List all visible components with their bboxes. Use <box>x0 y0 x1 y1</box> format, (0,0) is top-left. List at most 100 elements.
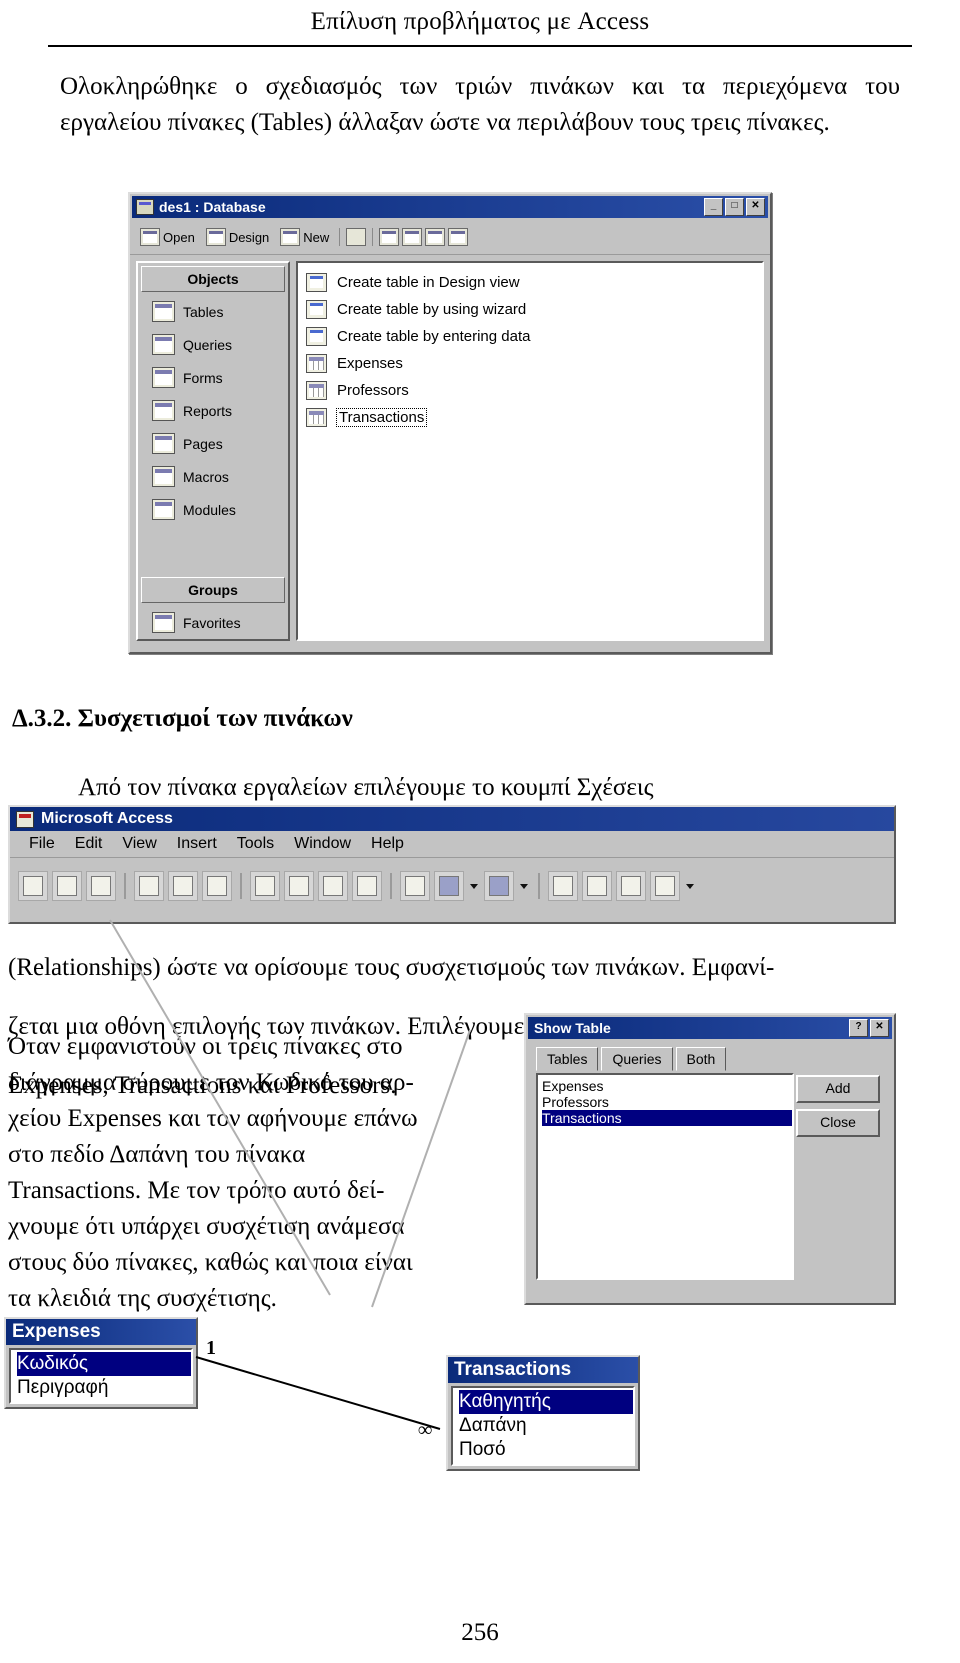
ms-access-titlebar: Microsoft Access <box>10 807 894 831</box>
expenses-table-box[interactable]: Expenses Κωδικός Περιγραφή <box>4 1317 198 1409</box>
cut-icon[interactable] <box>250 871 280 901</box>
maximize-button[interactable]: □ <box>725 198 744 216</box>
show-table-title: Show Table <box>534 1020 611 1036</box>
format-painter-icon[interactable] <box>352 871 382 901</box>
small-icons-icon[interactable] <box>402 228 423 246</box>
tab-queries[interactable]: Queries <box>601 1047 673 1071</box>
spelling-abc-icon[interactable] <box>202 871 232 901</box>
office-assistant-icon[interactable] <box>650 871 680 901</box>
database-toolbar: Open Design New <box>130 220 770 255</box>
objects-pane: Objects Tables Queries Forms Reports Pag… <box>136 261 290 641</box>
design-button[interactable]: Design <box>202 226 273 248</box>
relationships-icon[interactable] <box>434 871 464 901</box>
objects-list: Tables Queries Forms Reports Pages Macro… <box>138 295 288 574</box>
list-item[interactable]: Create table by entering data <box>306 323 762 350</box>
page-icon <box>152 433 175 454</box>
sidebar-item-modules[interactable]: Modules <box>138 493 288 526</box>
details-view-icon[interactable] <box>448 228 469 246</box>
list-item[interactable]: Create table by using wizard <box>306 296 762 323</box>
transactions-field-selected[interactable]: Καθηγητής <box>459 1390 633 1414</box>
list-item-label: Create table by entering data <box>337 328 531 345</box>
chevron-down-icon-2[interactable] <box>518 872 530 900</box>
transactions-field[interactable]: Δαπάνη <box>459 1414 633 1438</box>
new-icon[interactable] <box>18 871 48 901</box>
cardinality-one-label: 1 <box>206 1337 216 1359</box>
window-buttons: _ □ ✕ <box>704 198 768 216</box>
copy-icon[interactable] <box>284 871 314 901</box>
sidebar-item-favorites[interactable]: Favorites <box>138 606 288 639</box>
close-dialog-button[interactable]: Close <box>796 1109 880 1137</box>
new-object-icon[interactable] <box>484 871 514 901</box>
show-table-dialog: Show Table ? ✕ Tables Queries Both Expen… <box>524 1013 896 1305</box>
tab-both[interactable]: Both <box>675 1047 727 1071</box>
menu-file[interactable]: File <box>20 833 64 855</box>
show-table-tabs: Tables Queries Both <box>536 1047 894 1071</box>
tab-tables[interactable]: Tables <box>536 1047 599 1071</box>
chevron-down-icon[interactable] <box>468 872 480 900</box>
save-icon[interactable] <box>86 871 116 901</box>
menu-edit[interactable]: Edit <box>66 833 112 855</box>
body-col-line-6: χνουμε ότι υπάρχει συσχέτιση ανάμεσα <box>8 1213 405 1240</box>
list-item[interactable]: Expenses <box>306 350 762 377</box>
transactions-table-box[interactable]: Transactions Καθηγητής Δαπάνη Ποσό <box>446 1355 640 1471</box>
menu-window[interactable]: Window <box>285 833 360 855</box>
show-table-item[interactable]: Expenses <box>542 1078 792 1094</box>
list-item[interactable]: Create table in Design view <box>306 269 762 296</box>
show-table-item-selected[interactable]: Transactions <box>542 1110 792 1126</box>
help-button[interactable]: ? <box>849 1019 868 1037</box>
chevron-down-icon-3[interactable] <box>684 872 696 900</box>
close-button[interactable]: ✕ <box>746 198 765 216</box>
list-item-label: Professors <box>337 382 409 399</box>
sidebar-item-label: Reports <box>183 402 233 419</box>
print-preview-icon[interactable] <box>168 871 198 901</box>
properties-icon[interactable] <box>582 871 612 901</box>
sidebar-item-macros[interactable]: Macros <box>138 460 288 493</box>
objects-list-pane: Create table in Design view Create table… <box>296 261 764 641</box>
ms-access-toolbar <box>10 858 894 914</box>
transactions-field-list[interactable]: Καθηγητής Δαπάνη Ποσό <box>451 1386 635 1466</box>
menu-view[interactable]: View <box>113 833 165 855</box>
sidebar-item-reports[interactable]: Reports <box>138 394 288 427</box>
module-icon <box>152 499 175 520</box>
add-button[interactable]: Add <box>796 1075 880 1103</box>
table-icon <box>306 408 327 427</box>
table-icon <box>152 301 175 322</box>
show-table-list[interactable]: Expenses Professors Transactions <box>536 1073 794 1280</box>
menu-help[interactable]: Help <box>362 833 413 855</box>
expenses-field[interactable]: Περιγραφή <box>17 1376 191 1400</box>
transactions-field-2[interactable]: Ποσό <box>459 1438 633 1462</box>
large-icons-icon[interactable] <box>379 228 400 246</box>
menu-tools[interactable]: Tools <box>228 833 283 855</box>
database-window-titlebar: des1 : Database _ □ ✕ <box>132 196 768 218</box>
delete-x-icon[interactable] <box>346 228 367 246</box>
sidebar-item-tables[interactable]: Tables <box>138 295 288 328</box>
code-icon[interactable] <box>548 871 578 901</box>
macro-icon <box>152 466 175 487</box>
intro-paragraph: Ολοκληρώθηκε ο σχεδιασμός των τριών πινά… <box>60 73 900 136</box>
sidebar-item-forms[interactable]: Forms <box>138 361 288 394</box>
header-rule <box>48 45 912 47</box>
toolbar-separator <box>339 228 341 246</box>
expenses-field-list[interactable]: Κωδικός Περιγραφή <box>9 1348 193 1404</box>
sidebar-item-queries[interactable]: Queries <box>138 328 288 361</box>
analyze-icon[interactable] <box>616 871 646 901</box>
open-icon[interactable] <box>52 871 82 901</box>
menu-bar: File Edit View Insert Tools Window Help <box>10 831 894 858</box>
undo-icon[interactable] <box>400 871 430 901</box>
database-window: des1 : Database _ □ ✕ Open Design New Ob… <box>128 192 772 654</box>
body-col-line-3: χείου Expenses και τον αφήνουμε επάνω <box>8 1105 418 1132</box>
new-button[interactable]: New <box>276 226 333 248</box>
list-item[interactable]: Transactions <box>306 404 762 431</box>
expenses-field-selected[interactable]: Κωδικός <box>17 1352 191 1376</box>
sidebar-item-pages[interactable]: Pages <box>138 427 288 460</box>
minimize-button[interactable]: _ <box>704 198 723 216</box>
paste-icon[interactable] <box>318 871 348 901</box>
list-view-icon[interactable] <box>425 228 446 246</box>
close-icon[interactable]: ✕ <box>870 1019 889 1037</box>
toolbar-separator-2 <box>372 228 374 246</box>
menu-insert[interactable]: Insert <box>168 833 226 855</box>
list-item[interactable]: Professors <box>306 377 762 404</box>
show-table-item[interactable]: Professors <box>542 1094 792 1110</box>
print-icon[interactable] <box>134 871 164 901</box>
open-button[interactable]: Open <box>136 226 199 248</box>
